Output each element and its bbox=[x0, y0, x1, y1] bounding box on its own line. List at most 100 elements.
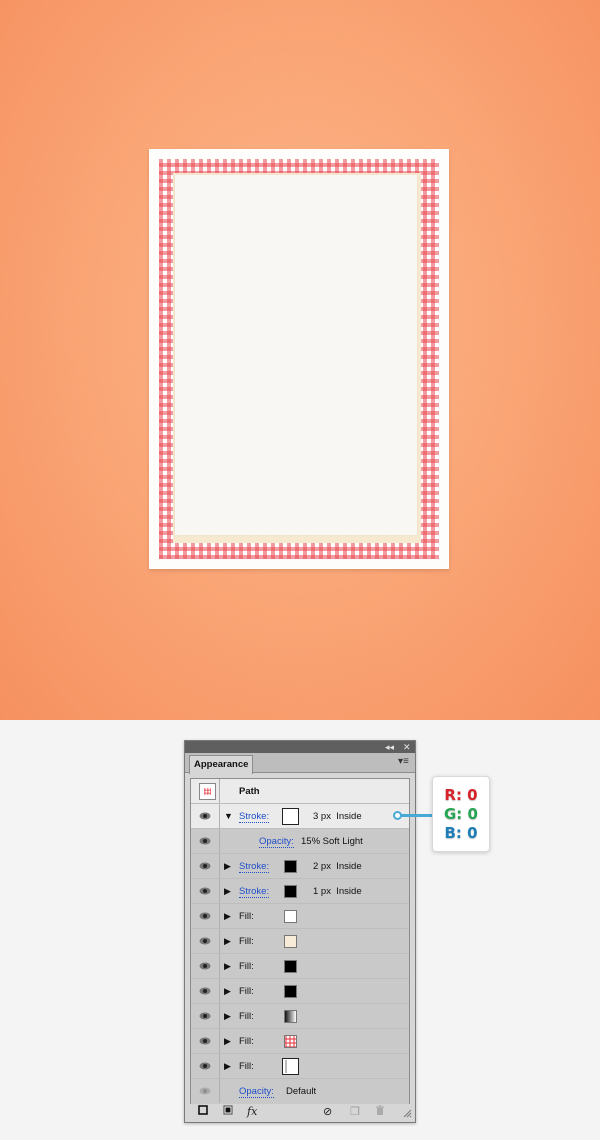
fill-pattern-swatch[interactable] bbox=[284, 1035, 297, 1048]
rgb-blue-value: B: 0 bbox=[444, 824, 478, 842]
eye-icon[interactable] bbox=[199, 812, 211, 820]
inner-paper-panel bbox=[175, 175, 417, 535]
panel-title-bar: ◂◂ ✕ bbox=[185, 741, 415, 753]
expand-closed-icon[interactable]: ▶ bbox=[224, 960, 231, 972]
eye-icon bbox=[199, 1087, 211, 1095]
add-fill-icon[interactable] bbox=[223, 1105, 233, 1119]
fill-label: Fill: bbox=[239, 1011, 254, 1022]
expand-closed-icon[interactable]: ▶ bbox=[224, 885, 231, 897]
fill-color-swatch[interactable] bbox=[282, 1058, 299, 1075]
close-icon[interactable]: ✕ bbox=[403, 741, 411, 753]
stroke-row-3px[interactable]: ▼ Stroke: 3 px Inside bbox=[191, 804, 409, 829]
appearance-panel: ◂◂ ✕ Appearance ▾≡ Path ▼ Stroke: 3 px I… bbox=[184, 740, 416, 1123]
eye-icon[interactable] bbox=[199, 1012, 211, 1020]
expand-closed-icon[interactable]: ▶ bbox=[224, 860, 231, 872]
stroke-weight-value: 3 px Inside bbox=[313, 811, 362, 822]
fill-row[interactable]: ▶ Fill: bbox=[191, 979, 409, 1004]
opacity-value: Default bbox=[286, 1086, 317, 1097]
row-divider bbox=[219, 929, 220, 953]
trash-icon bbox=[375, 1105, 385, 1121]
fill-row[interactable]: ▶ Fill: bbox=[191, 904, 409, 929]
fill-color-swatch[interactable] bbox=[284, 985, 297, 998]
object-type-label: Path bbox=[239, 786, 260, 797]
panel-footer: fx ⊘ ❐ bbox=[185, 1104, 415, 1122]
eye-icon[interactable] bbox=[199, 1062, 211, 1070]
stroke-link[interactable]: Stroke: bbox=[239, 861, 270, 873]
fill-row[interactable]: ▶ Fill: bbox=[191, 1054, 409, 1079]
panel-menu-icon[interactable]: ▾≡ bbox=[398, 756, 409, 767]
stroke-color-swatch[interactable] bbox=[284, 860, 297, 873]
row-divider bbox=[219, 854, 220, 878]
expand-closed-icon[interactable]: ▶ bbox=[224, 1010, 231, 1022]
stroke-row-1px[interactable]: ▶ Stroke: 1 px Inside bbox=[191, 879, 409, 904]
fill-gradient-swatch[interactable] bbox=[284, 1010, 297, 1023]
row-divider bbox=[219, 1004, 220, 1028]
eye-icon[interactable] bbox=[199, 987, 211, 995]
fill-label: Fill: bbox=[239, 961, 254, 972]
fill-color-swatch[interactable] bbox=[284, 910, 297, 923]
opacity-value: 15% Soft Light bbox=[301, 836, 363, 847]
row-divider bbox=[219, 1029, 220, 1053]
fill-label: Fill: bbox=[239, 1061, 254, 1072]
rgb-red-value: R: 0 bbox=[444, 786, 478, 804]
fill-label: Fill: bbox=[239, 986, 254, 997]
duplicate-icon: ❐ bbox=[350, 1106, 360, 1118]
add-stroke-icon[interactable] bbox=[198, 1105, 208, 1119]
stroke-row-2px[interactable]: ▶ Stroke: 2 px Inside bbox=[191, 854, 409, 879]
expand-open-icon[interactable]: ▼ bbox=[224, 810, 233, 822]
beige-panel bbox=[173, 173, 421, 543]
resize-grip-icon[interactable] bbox=[403, 1108, 412, 1122]
opacity-sub-row[interactable]: Opacity: 15% Soft Light bbox=[191, 829, 409, 854]
eye-icon[interactable] bbox=[199, 1037, 211, 1045]
rgb-callout: R: 0 G: 0 B: 0 bbox=[432, 776, 490, 852]
row-divider bbox=[219, 779, 220, 803]
row-divider bbox=[219, 954, 220, 978]
tab-appearance[interactable]: Appearance bbox=[189, 755, 253, 774]
row-divider bbox=[219, 1079, 220, 1103]
appearance-list: Path ▼ Stroke: 3 px Inside Opacity: 15% … bbox=[190, 778, 410, 1104]
expand-closed-icon[interactable]: ▶ bbox=[224, 1035, 231, 1047]
stroke-weight-value: 2 px Inside bbox=[313, 861, 362, 872]
fill-row[interactable]: ▶ Fill: bbox=[191, 954, 409, 979]
fill-row[interactable]: ▶ Fill: bbox=[191, 1004, 409, 1029]
opacity-link[interactable]: Opacity: bbox=[259, 836, 294, 848]
stroke-weight-value: 1 px Inside bbox=[313, 886, 362, 897]
expand-closed-icon[interactable]: ▶ bbox=[224, 985, 231, 997]
stroke-link[interactable]: Stroke: bbox=[239, 811, 270, 823]
path-thumbnail bbox=[199, 783, 216, 800]
eye-icon[interactable] bbox=[199, 962, 211, 970]
collapse-icon[interactable]: ◂◂ bbox=[385, 741, 394, 753]
eye-icon[interactable] bbox=[199, 887, 211, 895]
fill-label: Fill: bbox=[239, 911, 254, 922]
fill-row[interactable]: ▶ Fill: bbox=[191, 1029, 409, 1054]
eye-icon[interactable] bbox=[199, 937, 211, 945]
fill-color-swatch[interactable] bbox=[284, 960, 297, 973]
callout-anchor-dot bbox=[393, 811, 402, 820]
fill-label: Fill: bbox=[239, 1036, 254, 1047]
panel-tab-row: Appearance ▾≡ bbox=[185, 753, 415, 774]
fill-label: Fill: bbox=[239, 936, 254, 947]
eye-icon[interactable] bbox=[199, 837, 211, 845]
expand-closed-icon[interactable]: ▶ bbox=[224, 935, 231, 947]
expand-closed-icon[interactable]: ▶ bbox=[224, 910, 231, 922]
gingham-border bbox=[159, 159, 439, 559]
row-divider bbox=[219, 829, 220, 853]
opacity-row[interactable]: Opacity: Default bbox=[191, 1079, 409, 1104]
stroke-color-swatch[interactable] bbox=[282, 808, 299, 825]
eye-icon[interactable] bbox=[199, 862, 211, 870]
row-divider bbox=[219, 804, 220, 828]
row-divider bbox=[219, 879, 220, 903]
clear-appearance-icon[interactable]: ⊘ bbox=[323, 1105, 332, 1119]
row-divider bbox=[219, 979, 220, 1003]
expand-closed-icon[interactable]: ▶ bbox=[224, 1060, 231, 1072]
stroke-color-swatch[interactable] bbox=[284, 885, 297, 898]
callout-connector bbox=[399, 814, 433, 817]
stroke-link[interactable]: Stroke: bbox=[239, 886, 270, 898]
fill-color-swatch[interactable] bbox=[284, 935, 297, 948]
fill-row[interactable]: ▶ Fill: bbox=[191, 929, 409, 954]
path-header-row[interactable]: Path bbox=[191, 779, 409, 804]
opacity-link[interactable]: Opacity: bbox=[239, 1086, 274, 1098]
fx-icon[interactable]: fx bbox=[247, 1105, 257, 1119]
card-artwork[interactable] bbox=[149, 149, 449, 569]
eye-icon[interactable] bbox=[199, 912, 211, 920]
